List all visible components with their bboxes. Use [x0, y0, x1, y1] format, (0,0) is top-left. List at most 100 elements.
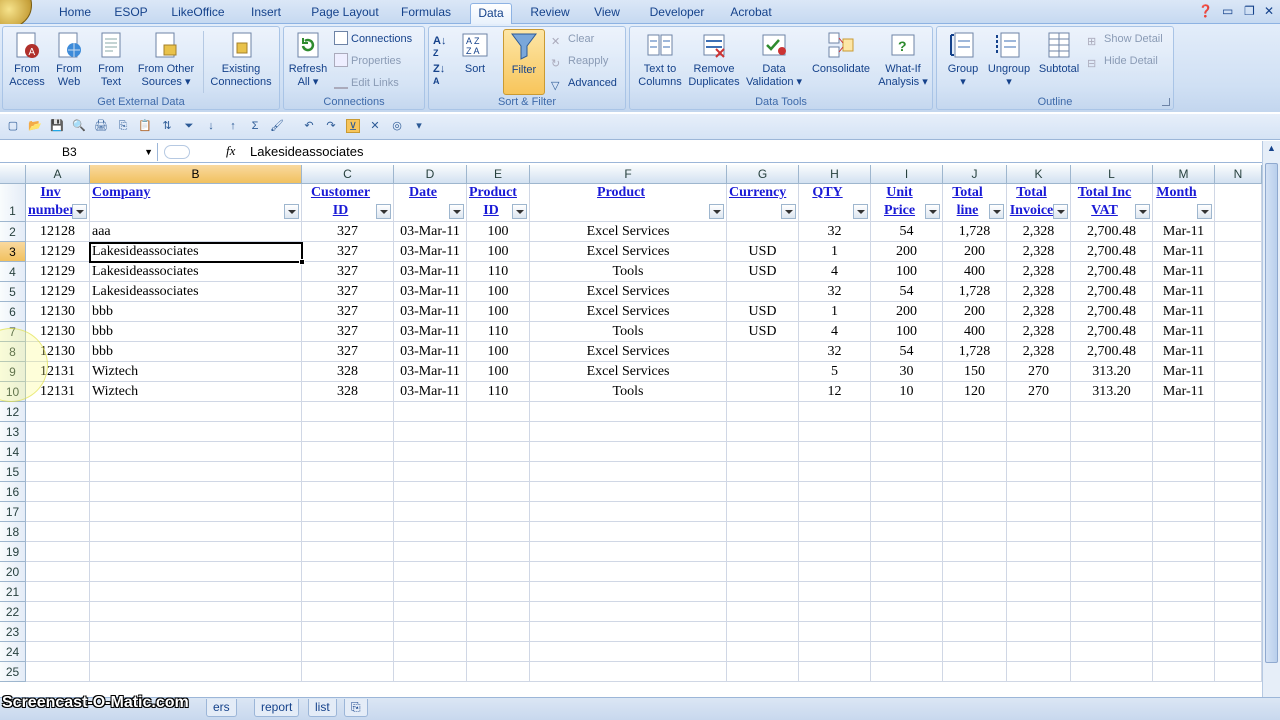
cell[interactable]	[467, 562, 530, 582]
cell[interactable]	[467, 602, 530, 622]
column-header-i[interactable]: I	[871, 165, 943, 184]
cell[interactable]: Lakesideassociates	[90, 262, 302, 282]
column-header-d[interactable]: D	[394, 165, 467, 184]
sheet-tab-report[interactable]: report	[254, 699, 300, 717]
sort-ascending-button[interactable]: A↓ Z	[433, 35, 446, 59]
cell[interactable]	[1215, 382, 1262, 402]
cell[interactable]: 327	[302, 302, 394, 322]
cell[interactable]	[1007, 482, 1071, 502]
cell[interactable]	[1153, 662, 1215, 682]
cell[interactable]	[943, 522, 1007, 542]
cell[interactable]: 100	[467, 342, 530, 362]
cell[interactable]	[302, 402, 394, 422]
tab-esop[interactable]: ESOP	[108, 3, 154, 24]
chevron-down-icon[interactable]: ▼	[144, 143, 153, 161]
header-cell[interactable]: Inv number	[26, 184, 90, 222]
cell[interactable]: 1,728	[943, 282, 1007, 302]
clear-button[interactable]: ✕ Clear	[551, 31, 594, 48]
cell[interactable]	[799, 422, 871, 442]
cell[interactable]	[302, 642, 394, 662]
cell[interactable]	[1153, 482, 1215, 502]
cell[interactable]	[943, 562, 1007, 582]
cell[interactable]	[943, 482, 1007, 502]
cell[interactable]	[1215, 322, 1262, 342]
refresh-all-button[interactable]: Refresh All ▾	[286, 29, 330, 89]
cell[interactable]: 03-Mar-11	[394, 342, 467, 362]
column-header-k[interactable]: K	[1007, 165, 1071, 184]
cell[interactable]	[1071, 502, 1153, 522]
cell[interactable]: 2,700.48	[1071, 342, 1153, 362]
cell[interactable]: Excel Services	[530, 362, 727, 382]
filter-dropdown-icon[interactable]	[284, 204, 299, 219]
cell[interactable]	[530, 462, 727, 482]
cell[interactable]	[467, 522, 530, 542]
cell[interactable]: USD	[727, 322, 799, 342]
cell[interactable]: Excel Services	[530, 242, 727, 262]
cell[interactable]	[26, 462, 90, 482]
cell[interactable]	[467, 662, 530, 682]
filter-dropdown-icon[interactable]	[1135, 204, 1150, 219]
row-header[interactable]: 14	[0, 442, 26, 462]
cell[interactable]	[302, 622, 394, 642]
row-header[interactable]: 24	[0, 642, 26, 662]
cell[interactable]: 1,728	[943, 222, 1007, 242]
cell[interactable]	[90, 562, 302, 582]
existing-connections-button[interactable]: Existing Connections	[205, 29, 277, 89]
group-button[interactable]: Group ▾	[941, 29, 985, 89]
filter-dropdown-icon[interactable]	[709, 204, 724, 219]
cell[interactable]	[530, 622, 727, 642]
cell[interactable]	[799, 622, 871, 642]
row-header[interactable]: 21	[0, 582, 26, 602]
cell[interactable]	[1153, 442, 1215, 462]
cell[interactable]	[1007, 502, 1071, 522]
cell[interactable]	[302, 502, 394, 522]
cell[interactable]: 12129	[26, 262, 90, 282]
cell[interactable]	[467, 582, 530, 602]
cell[interactable]	[90, 662, 302, 682]
clear-icon[interactable]: ✕	[368, 119, 382, 133]
column-header-f[interactable]: F	[530, 165, 727, 184]
cell[interactable]	[394, 642, 467, 662]
cell[interactable]: 200	[871, 242, 943, 262]
hide-detail-button[interactable]: ⊟ Hide Detail	[1087, 53, 1158, 70]
cell[interactable]	[1215, 282, 1262, 302]
cell[interactable]	[1007, 522, 1071, 542]
row-header[interactable]: 6	[0, 302, 26, 322]
cell[interactable]	[530, 602, 727, 622]
advanced-button[interactable]: ▽ Advanced	[551, 75, 617, 92]
cell[interactable]: Excel Services	[530, 302, 727, 322]
sheet-tab-list[interactable]: list	[308, 699, 337, 717]
cell[interactable]	[530, 582, 727, 602]
cell[interactable]	[302, 662, 394, 682]
cell[interactable]	[467, 482, 530, 502]
cell[interactable]	[90, 482, 302, 502]
from-access-button[interactable]: A From Access	[7, 29, 47, 89]
cell[interactable]	[530, 502, 727, 522]
cell[interactable]: 100	[467, 302, 530, 322]
row-header[interactable]: 22	[0, 602, 26, 622]
cell[interactable]: 110	[467, 322, 530, 342]
cell[interactable]	[90, 422, 302, 442]
filter-dropdown-icon[interactable]	[1053, 204, 1068, 219]
cell[interactable]: Excel Services	[530, 342, 727, 362]
cell[interactable]: Mar-11	[1153, 242, 1215, 262]
cell[interactable]: 12129	[26, 242, 90, 262]
header-cell[interactable]: Product	[530, 184, 727, 222]
cell[interactable]	[871, 662, 943, 682]
cell[interactable]	[26, 502, 90, 522]
insert-sheet-icon[interactable]: ⎘	[344, 699, 368, 717]
cell[interactable]	[1153, 582, 1215, 602]
cell[interactable]	[26, 622, 90, 642]
cell[interactable]	[1215, 602, 1262, 622]
cell[interactable]: 30	[871, 362, 943, 382]
cell[interactable]	[727, 602, 799, 622]
cell[interactable]	[1215, 222, 1262, 242]
cell[interactable]	[530, 422, 727, 442]
tab-page-layout[interactable]: Page Layout	[302, 3, 388, 24]
cell[interactable]	[1215, 542, 1262, 562]
cell[interactable]: 12128	[26, 222, 90, 242]
cell[interactable]	[799, 502, 871, 522]
from-text-button[interactable]: From Text	[91, 29, 131, 89]
remove-duplicates-button[interactable]: Remove Duplicates	[686, 29, 742, 89]
row-header[interactable]: 18	[0, 522, 26, 542]
